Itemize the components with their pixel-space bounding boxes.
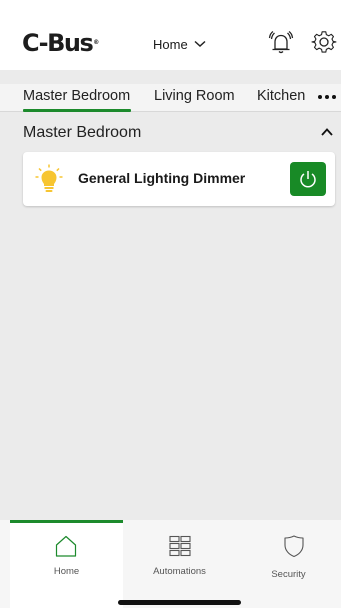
gear-icon[interactable] [311, 30, 337, 56]
more-dots-icon[interactable] [317, 94, 337, 100]
nav-label-home: Home [53, 566, 80, 577]
nav-label-security: Security [271, 569, 306, 580]
chevron-up-icon[interactable] [321, 127, 333, 137]
room-tabs: Master Bedroom Living Room Kitchen [0, 84, 341, 112]
power-icon [300, 171, 316, 188]
tab-kitchen[interactable]: Kitchen [257, 88, 305, 104]
nav-item-security[interactable]: Security [236, 520, 341, 608]
shield-icon [284, 535, 304, 558]
home-icon [55, 535, 77, 557]
home-selector[interactable]: Home [153, 34, 206, 54]
c-bus-logo: C-Bus® [22, 29, 100, 57]
selected-tab-indicator [23, 109, 131, 112]
power-toggle-button[interactable] [290, 162, 326, 196]
device-label: General Lighting Dimmer [78, 170, 246, 186]
selected-nav-indicator [10, 520, 123, 523]
home-indicator-bar [118, 600, 241, 605]
section-title: Master Bedroom [23, 124, 142, 141]
lightbulb-icon [35, 164, 63, 192]
grid-icon [169, 535, 191, 557]
nav-item-automations[interactable]: Automations [123, 520, 236, 608]
alarm-bell-icon[interactable] [268, 30, 294, 56]
tab-living-room[interactable]: Living Room [154, 88, 235, 104]
nav-item-home[interactable]: Home [10, 520, 123, 608]
home-selector-label: Home [153, 36, 188, 52]
bottom-navigation: Home Automations Security [0, 520, 341, 608]
chevron-down-icon [194, 40, 206, 48]
nav-label-automations: Automations [153, 566, 206, 577]
device-card[interactable]: General Lighting Dimmer [23, 152, 335, 206]
tab-master-bedroom[interactable]: Master Bedroom [23, 88, 130, 104]
app-header: C-Bus® Home [0, 0, 341, 70]
